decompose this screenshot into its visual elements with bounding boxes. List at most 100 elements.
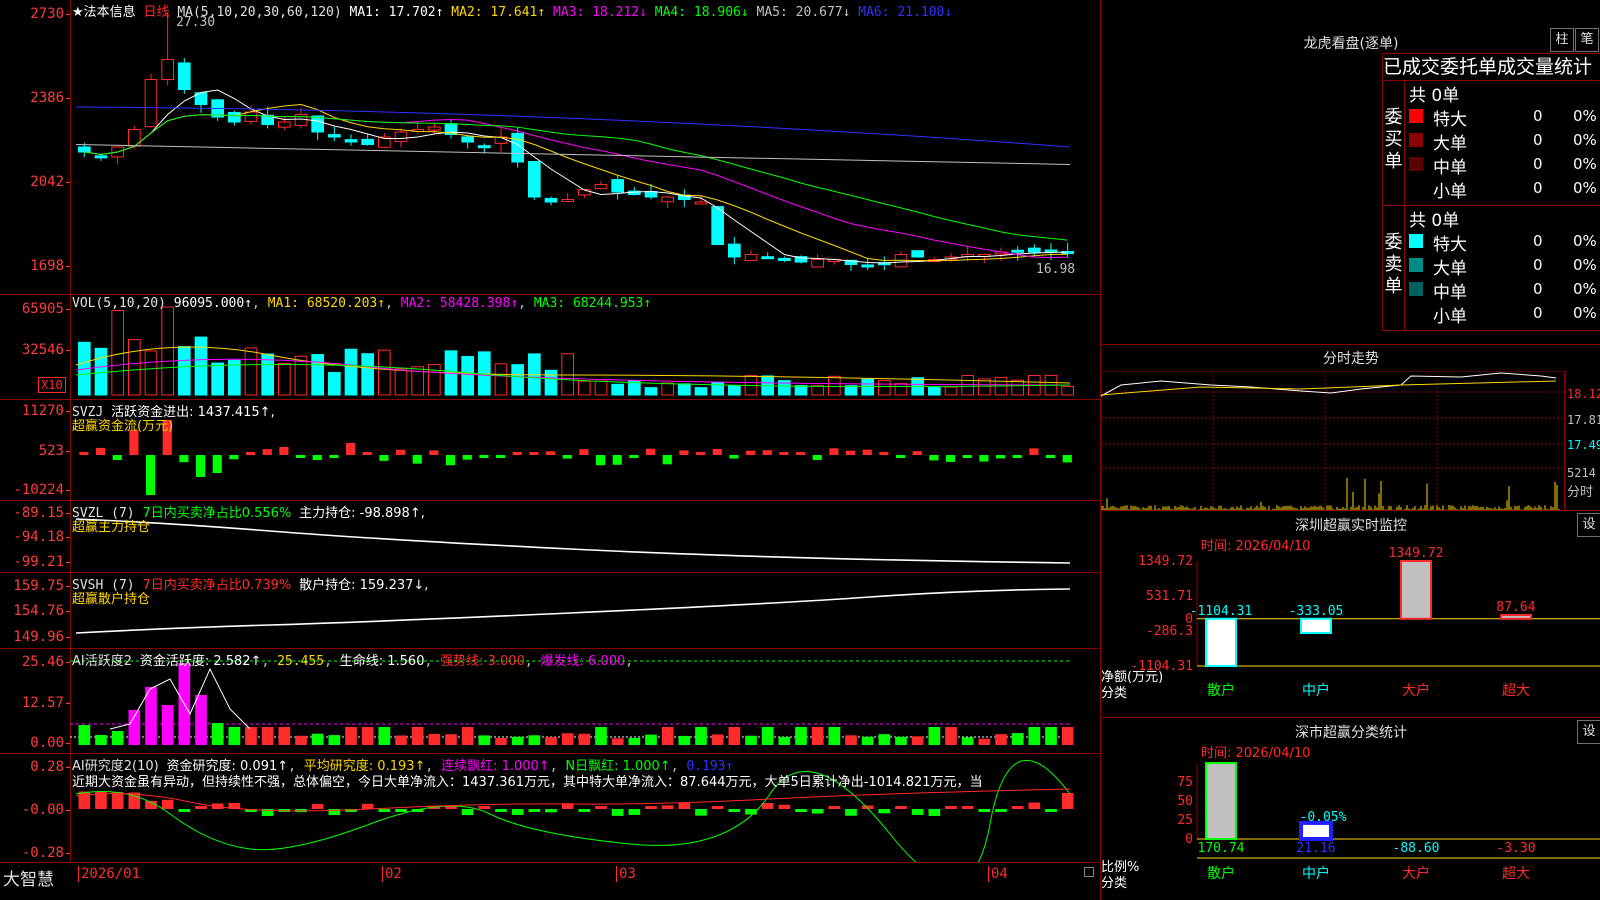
activity-bar [711,734,724,745]
ratio-value-label: 170.74 [1198,841,1245,856]
research-bar [645,806,657,809]
candle [244,111,258,122]
flow-bar [346,443,356,455]
category-label: 超大 [1502,866,1530,882]
volume-bar [344,348,358,396]
activity-bar [961,737,974,745]
category-label: 散户 [1207,682,1235,699]
flow-bar [729,455,739,459]
net-bar [1500,614,1532,620]
ratio-value-label: -3.30 [1496,841,1535,856]
size-color-swatch [1409,282,1423,296]
activity-bar [1045,727,1057,745]
volume-pane[interactable]: 65905 32546 X10 VOL(5,10,20) 96095.000↑,… [0,295,1100,400]
flow-bar [596,455,606,466]
ratio-bar [1205,762,1237,840]
tick-view-button[interactable]: 笔 [1575,28,1599,52]
svzj-tick: 523 [38,443,71,459]
ai1-tick: 25.46 [21,654,71,670]
research-bar [678,802,691,809]
lock-icon[interactable] [1084,867,1094,877]
activity-bar [311,733,324,745]
order-size-label: 大单 [1433,134,1467,154]
research-bar [978,809,991,812]
candle [161,59,175,81]
ai2-tick: -0.00 [21,802,71,818]
research-bar [395,809,407,812]
flow-bar [896,455,906,458]
volume-bar [828,375,841,396]
ai-activity-pane[interactable]: 25.46 12.57 0.00 AI活跃度2 资金活跃度: 2.582↑, 2… [0,649,1100,754]
svzj-pane[interactable]: 11270 523 -10224 SVZJ 活跃资金进出: 1437.415↑,… [0,400,1100,501]
monitor-panel[interactable]: 深圳超赢实时监控 设 时间: 2026/04/10 1349.72 531.71 0… [1100,511,1600,718]
flow-bar [212,455,222,473]
volume-bar [244,347,258,396]
activity-bar [561,733,574,745]
kline-pane[interactable]: 2730 2386 2042 1698 ★法本信息 日线 MA(5,10,20,… [0,0,1100,295]
research-bar [828,806,841,809]
activity-bar [595,727,607,745]
svsh-pane[interactable]: 159.75 154.76 149.96 SVSH (7) 7日内买卖净占比0.… [0,573,1100,649]
vol-ma1: MA1: 68520.203↑ [267,296,386,311]
svsh-sub: 超赢散户持仓 [72,592,151,607]
candle [644,191,658,198]
volume-bar [311,354,324,396]
volume-bar [128,339,141,396]
ai1-header: AI活跃度2 资金活跃度: 2.582↑, 25.455, 生命线: 1.560… [72,654,634,669]
monitor-tick: 1349.72 [1138,554,1193,569]
candle [761,256,774,260]
candle [594,184,608,190]
intraday-panel[interactable]: 分时走势 18.12 17.81 17.49 5214 分时 [1100,345,1600,511]
net-amount-bar-chart[interactable]: 1349.72531.710-286.3-1104.31-1104.31散户-3… [1101,511,1600,717]
research-bar [478,806,491,809]
order-percent: 0% [1573,107,1597,125]
research-bar [878,809,891,814]
volume-bar [211,362,224,396]
intraday-tick: 5214 [1567,466,1596,480]
ai-research-pane[interactable]: 0.28 -0.00 -0.28 AI研究度2(10) 资金研究度: 0.091… [0,754,1100,863]
order-count: 0 [1533,256,1543,274]
order-percent: 0% [1573,131,1597,149]
svzl-hold: 主力持仓: -98.898↑, [299,506,425,521]
activity-bar [828,727,841,745]
candle [744,254,758,262]
svzl-pane[interactable]: -89.15 -94.18 -99.21 SVZL (7) 7日内买卖净占比0.… [0,501,1100,573]
ratio-tick: 50 [1177,794,1193,809]
order-percent: 0% [1573,280,1597,298]
intraday-tick: 17.49 [1567,438,1600,452]
volume-bar [728,385,741,396]
period-label[interactable]: 日线 [143,5,169,20]
research-bar [311,804,324,809]
order-percent: 0% [1573,179,1597,197]
order-count: 0 [1533,107,1543,125]
svzj-tick: 11270 [21,403,71,419]
volume-bar [278,362,291,396]
ma-line [84,114,1068,241]
flow-bar [962,455,972,458]
vol-label: VOL(5,10,20) [72,296,166,311]
intraday-tick: 17.81 [1567,413,1600,427]
volume-header: VOL(5,10,20) 96095.000↑, MA1: 68520.203↑… [72,296,652,311]
volume-bar [178,346,191,396]
activity-bar [661,727,674,745]
flow-bar [1029,448,1039,455]
activity-bar [811,727,824,745]
flow-bar [796,452,806,455]
volume-bar [494,363,508,396]
ratio-bar-chart[interactable]: 75 50 25 0 -0.05% 170.74 散户 21.16 中户 -88.60 大户 -3.3… [1101,718,1600,900]
research-bar [1011,806,1024,809]
volume-bar [1011,379,1024,396]
intraday-chart[interactable] [1101,371,1566,511]
holding-line [75,588,1071,634]
order-percent: 0% [1573,304,1597,322]
volume-bar [1061,385,1074,396]
activity-bar [495,738,507,745]
brand-logo: 大智慧 [3,870,54,890]
candlestick-chart[interactable] [70,0,1100,294]
order-percent: 0% [1573,232,1597,250]
size-color-swatch [1409,234,1423,248]
classify-panel[interactable]: 深市超赢分类统计 设 时间: 2026/04/10 75 50 25 0 -0.05% 1… [1100,718,1600,900]
bar-view-button[interactable]: 柱 [1550,28,1574,52]
volume-bar [544,369,558,396]
net-bar [1205,617,1237,668]
